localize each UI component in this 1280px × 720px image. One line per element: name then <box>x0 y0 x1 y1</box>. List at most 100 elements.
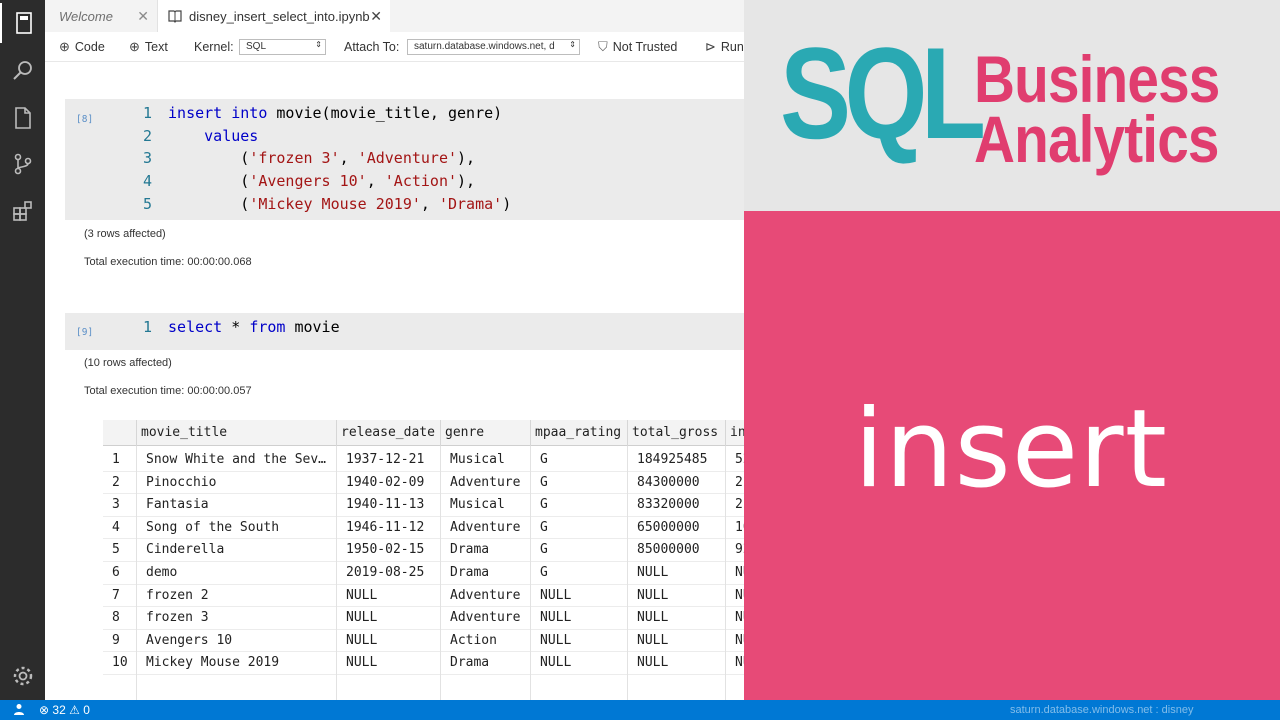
sql-string: 'Mickey Mouse 2019' <box>249 194 421 213</box>
add-code-label: Code <box>74 40 105 54</box>
table-cell: 1937-12-21 <box>346 452 425 467</box>
notebook-toolbar: ⊕ Code ⊕ Text Kernel: SQL ⇕ Attach To: s… <box>45 32 745 62</box>
tab-notebook-label: disney_insert_select_into.ipynb <box>189 8 370 24</box>
notebook-body: [8] 1 insert into movie(movie_title, gen… <box>45 62 745 700</box>
table-row[interactable]: 8frozen 3NULLAdventureNULLNULLNULL <box>103 607 745 630</box>
table-row[interactable]: 7frozen 2NULLAdventureNULLNULLNULL <box>103 585 745 608</box>
attach-label: Attach To: <box>344 40 400 54</box>
table-cell: Adventure <box>450 474 521 490</box>
line-number: 1 <box>143 104 153 122</box>
rows-affected-message: (10 rows affected) <box>84 357 172 369</box>
line-number: 2 <box>143 126 153 145</box>
app-window: Welcome ✕ disney_insert_select_into.ipyn… <box>0 0 1280 720</box>
table-cell: Musical <box>450 452 505 467</box>
attach-select[interactable]: saturn.database.windows.net, d ⇕ <box>407 39 580 55</box>
table-row[interactable]: 5Cinderella1950-02-15DramaG8500000092060… <box>103 539 745 562</box>
table-row[interactable]: 4 Song of the South 1946-11-12 Adventure G 65… <box>103 517 745 540</box>
kernel-select-value: SQL <box>246 41 267 52</box>
sql-text: , <box>420 194 439 213</box>
sql-keyword: insert into <box>168 104 268 122</box>
sql-text: ), <box>457 149 476 168</box>
table-row[interactable]: 10Mickey Mouse 2019NULLDramaNULLNULLNULL <box>103 652 745 675</box>
add-code-button[interactable]: ⊕ Code <box>59 32 105 62</box>
connection-status[interactable]: saturn.database.windows.net : disney <box>1010 700 1193 720</box>
code-line: 4 ('Avengers 10', 'Action'), <box>143 172 475 190</box>
column-header[interactable]: release_date <box>337 420 441 446</box>
column-header[interactable]: genre <box>441 420 531 446</box>
table-cell: frozen 3 <box>146 610 209 626</box>
column-header[interactable]: movie_title <box>137 420 337 446</box>
tab-welcome[interactable]: Welcome ✕ <box>45 0 157 32</box>
table-row[interactable]: 1 Snow White and the Sev… 1937-12-21 Musica… <box>103 449 745 472</box>
table-cell: G <box>540 565 548 580</box>
column-header[interactable]: mpaa_rating <box>531 420 628 446</box>
table-cell: Adventure <box>450 610 521 626</box>
row-number: 10 <box>112 655 128 671</box>
notebook-icon[interactable] <box>0 3 45 43</box>
tab-notebook[interactable]: disney_insert_select_into.ipynb ✕ <box>158 0 390 32</box>
table-row[interactable]: 3Fantasia1940-11-13MusicalG8332000021870… <box>103 494 745 517</box>
close-icon[interactable]: ✕ <box>370 8 382 25</box>
error-icon: ⊗ <box>39 703 50 717</box>
table-row[interactable]: 2Pinocchio1940-02-09AdventureG8430000021… <box>103 472 745 495</box>
code-cell-8[interactable]: [8] 1 insert into movie(movie_title, gen… <box>65 99 745 220</box>
problems-indicator[interactable]: ⊗ 32 ⚠ 0 <box>39 700 90 720</box>
table-cell: 65000000 <box>637 519 700 535</box>
table-cell: frozen 2 <box>146 587 209 603</box>
sql-keyword: from <box>249 318 286 336</box>
search-icon[interactable] <box>0 50 45 90</box>
table-cell: NULL <box>540 610 572 626</box>
table-cell: Avengers 10 <box>146 632 233 648</box>
sql-text: , <box>366 172 385 191</box>
table-cell: G <box>540 452 548 467</box>
table-cell: NULL <box>540 655 572 671</box>
table-row[interactable]: 9Avengers 10NULLActionNULLNULLNULL <box>103 630 745 653</box>
topic-panel: insert <box>744 211 1280 720</box>
row-number: 4 <box>112 519 120 535</box>
table-cell: 84300000 <box>637 474 700 490</box>
table-cell: Pinocchio <box>146 474 217 490</box>
sql-keyword: values <box>204 126 259 145</box>
extensions-icon[interactable] <box>0 191 45 231</box>
row-number: 2 <box>112 474 120 490</box>
rows-affected-message: (3 rows affected) <box>84 228 166 240</box>
account-icon[interactable] <box>13 700 25 720</box>
table-cell: NULL <box>540 587 572 603</box>
kernel-select[interactable]: SQL ⇕ <box>239 39 326 55</box>
kernel-label: Kernel: <box>194 40 234 54</box>
table-cell: NULL <box>346 587 378 603</box>
add-text-button[interactable]: ⊕ Text <box>129 32 168 62</box>
error-count: 32 <box>52 703 66 717</box>
file-icon[interactable] <box>0 98 45 138</box>
sql-text: ( <box>168 194 250 213</box>
row-number: 8 <box>112 610 120 626</box>
column-header[interactable]: total_gross <box>628 420 726 446</box>
trust-button[interactable]: ⛉ Not Trusted <box>598 32 677 62</box>
table-cell: 83320000 <box>637 497 700 513</box>
sql-keyword: select <box>168 318 223 336</box>
settings-gear-icon[interactable] <box>0 656 45 696</box>
add-icon: ⊕ <box>59 39 70 54</box>
column-divider <box>336 446 337 700</box>
sql-text: ) <box>502 194 512 213</box>
table-cell: NULL <box>637 587 669 603</box>
row-number: 6 <box>112 565 120 580</box>
sql-text: movie(movie_title, genre) <box>267 104 503 122</box>
row-number: 5 <box>112 542 120 558</box>
code-cell-9[interactable]: [9] 1 select * from movie <box>65 313 745 350</box>
table-cell: 1940-11-13 <box>346 497 425 513</box>
sql-text: ( <box>168 172 250 191</box>
table-row[interactable]: 6demo2019-08-25DramaGNULLNULL <box>103 562 745 585</box>
activity-bar <box>0 0 45 700</box>
close-icon[interactable]: ✕ <box>137 8 149 25</box>
sql-string: 'Adventure' <box>357 149 458 168</box>
row-number: 9 <box>112 632 120 648</box>
column-header[interactable]: inflation_adjusted_gross <box>726 420 745 446</box>
column-divider <box>440 446 441 700</box>
line-number: 1 <box>143 318 153 336</box>
add-icon: ⊕ <box>129 39 140 54</box>
table-cell: Adventure <box>450 519 521 535</box>
run-all-button[interactable]: ⊳ Run <box>705 32 744 62</box>
source-control-icon[interactable] <box>0 144 45 184</box>
shield-icon: ⛉ <box>598 39 608 54</box>
